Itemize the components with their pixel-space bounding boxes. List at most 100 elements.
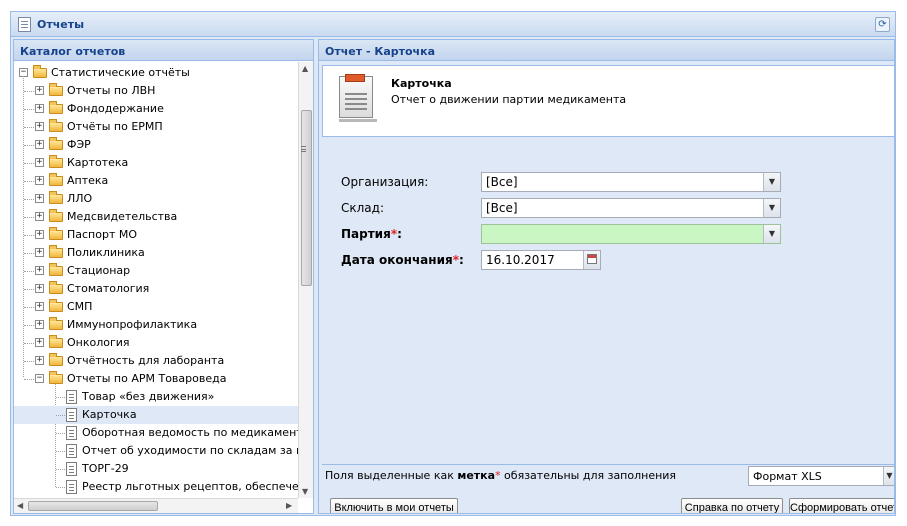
tree-folder-item[interactable]: + Онкология xyxy=(14,334,298,352)
tree-connector-line xyxy=(56,487,65,488)
tree-connector-line xyxy=(24,343,34,344)
tree-folder-item[interactable]: + Картотека xyxy=(14,154,298,172)
tree-connector-line xyxy=(24,145,34,146)
tree-folder-item[interactable]: + Отчеты по ЛВН xyxy=(14,82,298,100)
expand-icon[interactable]: + xyxy=(35,230,44,239)
tree-connector-line xyxy=(24,379,34,380)
report-panel-title: Отчет - Карточка xyxy=(319,40,894,61)
end-date-value: 16.10.2017 xyxy=(486,253,555,267)
end-date-field[interactable]: 16.10.2017 xyxy=(481,250,601,270)
window-title: Отчеты xyxy=(37,18,85,31)
folder-icon xyxy=(49,83,63,96)
add-to-my-reports-button[interactable]: Включить в мои отчеты xyxy=(330,498,458,513)
tree-folder-item[interactable]: + Отчётность для лаборанта xyxy=(14,352,298,370)
tree-connector-line xyxy=(24,127,34,128)
expand-icon[interactable]: + xyxy=(35,104,44,113)
tree-folder-item[interactable]: + Фондодержание xyxy=(14,100,298,118)
tree-vertical-scrollbar[interactable]: ▲ ▼ xyxy=(298,62,313,498)
tree-horizontal-scrollbar[interactable]: ◀ ▶ xyxy=(14,498,298,513)
tree-connector-line xyxy=(24,199,34,200)
tree-folder-item[interactable]: + ФЭР xyxy=(14,136,298,154)
tree-folder-item[interactable]: + Аптека xyxy=(14,172,298,190)
folder-icon xyxy=(49,137,63,150)
tree-folder-label: СМП xyxy=(67,300,93,313)
scroll-down-icon[interactable]: ▼ xyxy=(302,487,308,496)
report-card-header: Карточка Отчет о движении партии медикам… xyxy=(322,65,894,137)
tree-connector-line xyxy=(24,109,34,110)
batch-combo[interactable]: ▼ xyxy=(481,224,781,244)
tree-report-label: Отчет об уходимости по складам за пери xyxy=(82,444,298,457)
report-help-button[interactable]: Справка по отчету xyxy=(681,498,783,513)
tree-report-item[interactable]: Товар «без движения» xyxy=(14,388,298,406)
report-panel: Отчет - Карточка Карточка Отчет о движен… xyxy=(318,39,895,514)
tree-connector-line xyxy=(24,217,34,218)
tree-folder-item[interactable]: − Отчеты по АРМ Товароведа xyxy=(14,370,298,388)
tree-report-label: ТОРГ-29 xyxy=(82,462,129,475)
format-combo[interactable]: Формат XLS ▼ xyxy=(748,466,894,486)
date-picker-trigger[interactable] xyxy=(583,251,600,269)
report-footer: Поля выделенные как метка* обязательны д… xyxy=(322,464,894,486)
tree-report-item[interactable]: ТОРГ-29 xyxy=(14,460,298,478)
expand-icon[interactable]: + xyxy=(35,320,44,329)
tree-root-label: Статистические отчёты xyxy=(51,66,190,79)
folder-icon xyxy=(49,371,63,384)
expand-icon[interactable]: + xyxy=(35,86,44,95)
warehouse-combo[interactable]: [Все] ▼ xyxy=(481,198,781,218)
scroll-up-icon[interactable]: ▲ xyxy=(302,64,308,73)
expand-icon[interactable]: + xyxy=(35,338,44,347)
report-card-subtitle: Отчет о движении партии медикамента xyxy=(391,93,627,106)
folder-icon xyxy=(49,245,63,258)
tree-connector-line xyxy=(56,397,65,398)
hscroll-thumb[interactable] xyxy=(28,501,158,511)
tree-folder-item[interactable]: + ЛЛО xyxy=(14,190,298,208)
report-document-icon xyxy=(66,462,77,476)
report-document-icon xyxy=(66,408,77,422)
tree-report-label: Карточка xyxy=(82,408,137,421)
tree-report-item[interactable]: Оборотная ведомость по медикаментам xyxy=(14,424,298,442)
tree-folder-item[interactable]: + Отчёты по ЕРМП xyxy=(14,118,298,136)
chevron-down-icon[interactable]: ▼ xyxy=(883,467,894,485)
required-fields-note: Поля выделенные как метка* обязательны д… xyxy=(325,469,677,482)
tree-folder-item[interactable]: + Стационар xyxy=(14,262,298,280)
tree-connector-line xyxy=(24,307,34,308)
organization-label: Организация: xyxy=(341,175,429,189)
tree-folder-item[interactable]: + СМП xyxy=(14,298,298,316)
tree-folder-item[interactable]: + Поликлиника xyxy=(14,244,298,262)
expand-icon[interactable]: + xyxy=(35,356,44,365)
expand-icon[interactable]: + xyxy=(35,212,44,221)
report-card-icon xyxy=(337,74,377,122)
expand-icon[interactable]: + xyxy=(35,122,44,131)
tree-report-item[interactable]: Реестр льготных рецептов, обеспеченны xyxy=(14,478,298,496)
tree-report-item[interactable]: Отчет об уходимости по складам за пери xyxy=(14,442,298,460)
tree-folder-label: Отчеты по АРМ Товароведа xyxy=(67,372,227,385)
tree-connector-line xyxy=(24,253,34,254)
tree-root[interactable]: − Статистические отчёты xyxy=(14,64,298,82)
expand-icon[interactable]: + xyxy=(35,194,44,203)
tree-folder-item[interactable]: + Медсвидетельства xyxy=(14,208,298,226)
expand-icon[interactable]: + xyxy=(35,284,44,293)
scroll-left-icon[interactable]: ◀ xyxy=(17,501,23,510)
tree-folder-item[interactable]: + Стоматология xyxy=(14,280,298,298)
expand-icon[interactable]: + xyxy=(35,140,44,149)
collapse-icon[interactable]: − xyxy=(35,374,44,383)
expand-icon[interactable]: + xyxy=(35,266,44,275)
expand-icon[interactable]: + xyxy=(35,302,44,311)
chevron-down-icon[interactable]: ▼ xyxy=(763,225,780,243)
refresh-icon[interactable]: ⟳ xyxy=(875,17,890,32)
organization-combo[interactable]: [Все] ▼ xyxy=(481,172,781,192)
tree-connector-line xyxy=(24,361,34,362)
expand-icon[interactable]: + xyxy=(35,158,44,167)
scroll-right-icon[interactable]: ▶ xyxy=(286,501,292,510)
scroll-thumb[interactable] xyxy=(301,110,312,286)
chevron-down-icon[interactable]: ▼ xyxy=(763,173,780,191)
tree-folder-label: ЛЛО xyxy=(67,192,93,205)
expand-icon[interactable]: + xyxy=(35,248,44,257)
generate-report-button[interactable]: Сформировать отчет xyxy=(789,498,894,513)
expand-icon[interactable]: + xyxy=(35,176,44,185)
chevron-down-icon[interactable]: ▼ xyxy=(763,199,780,217)
tree-folder-item[interactable]: + Паспорт МО xyxy=(14,226,298,244)
tree-connector-line xyxy=(24,271,34,272)
tree-folder-item[interactable]: + Иммунопрофилактика xyxy=(14,316,298,334)
calendar-icon xyxy=(587,254,597,264)
tree-report-item[interactable]: Карточка xyxy=(14,406,298,424)
